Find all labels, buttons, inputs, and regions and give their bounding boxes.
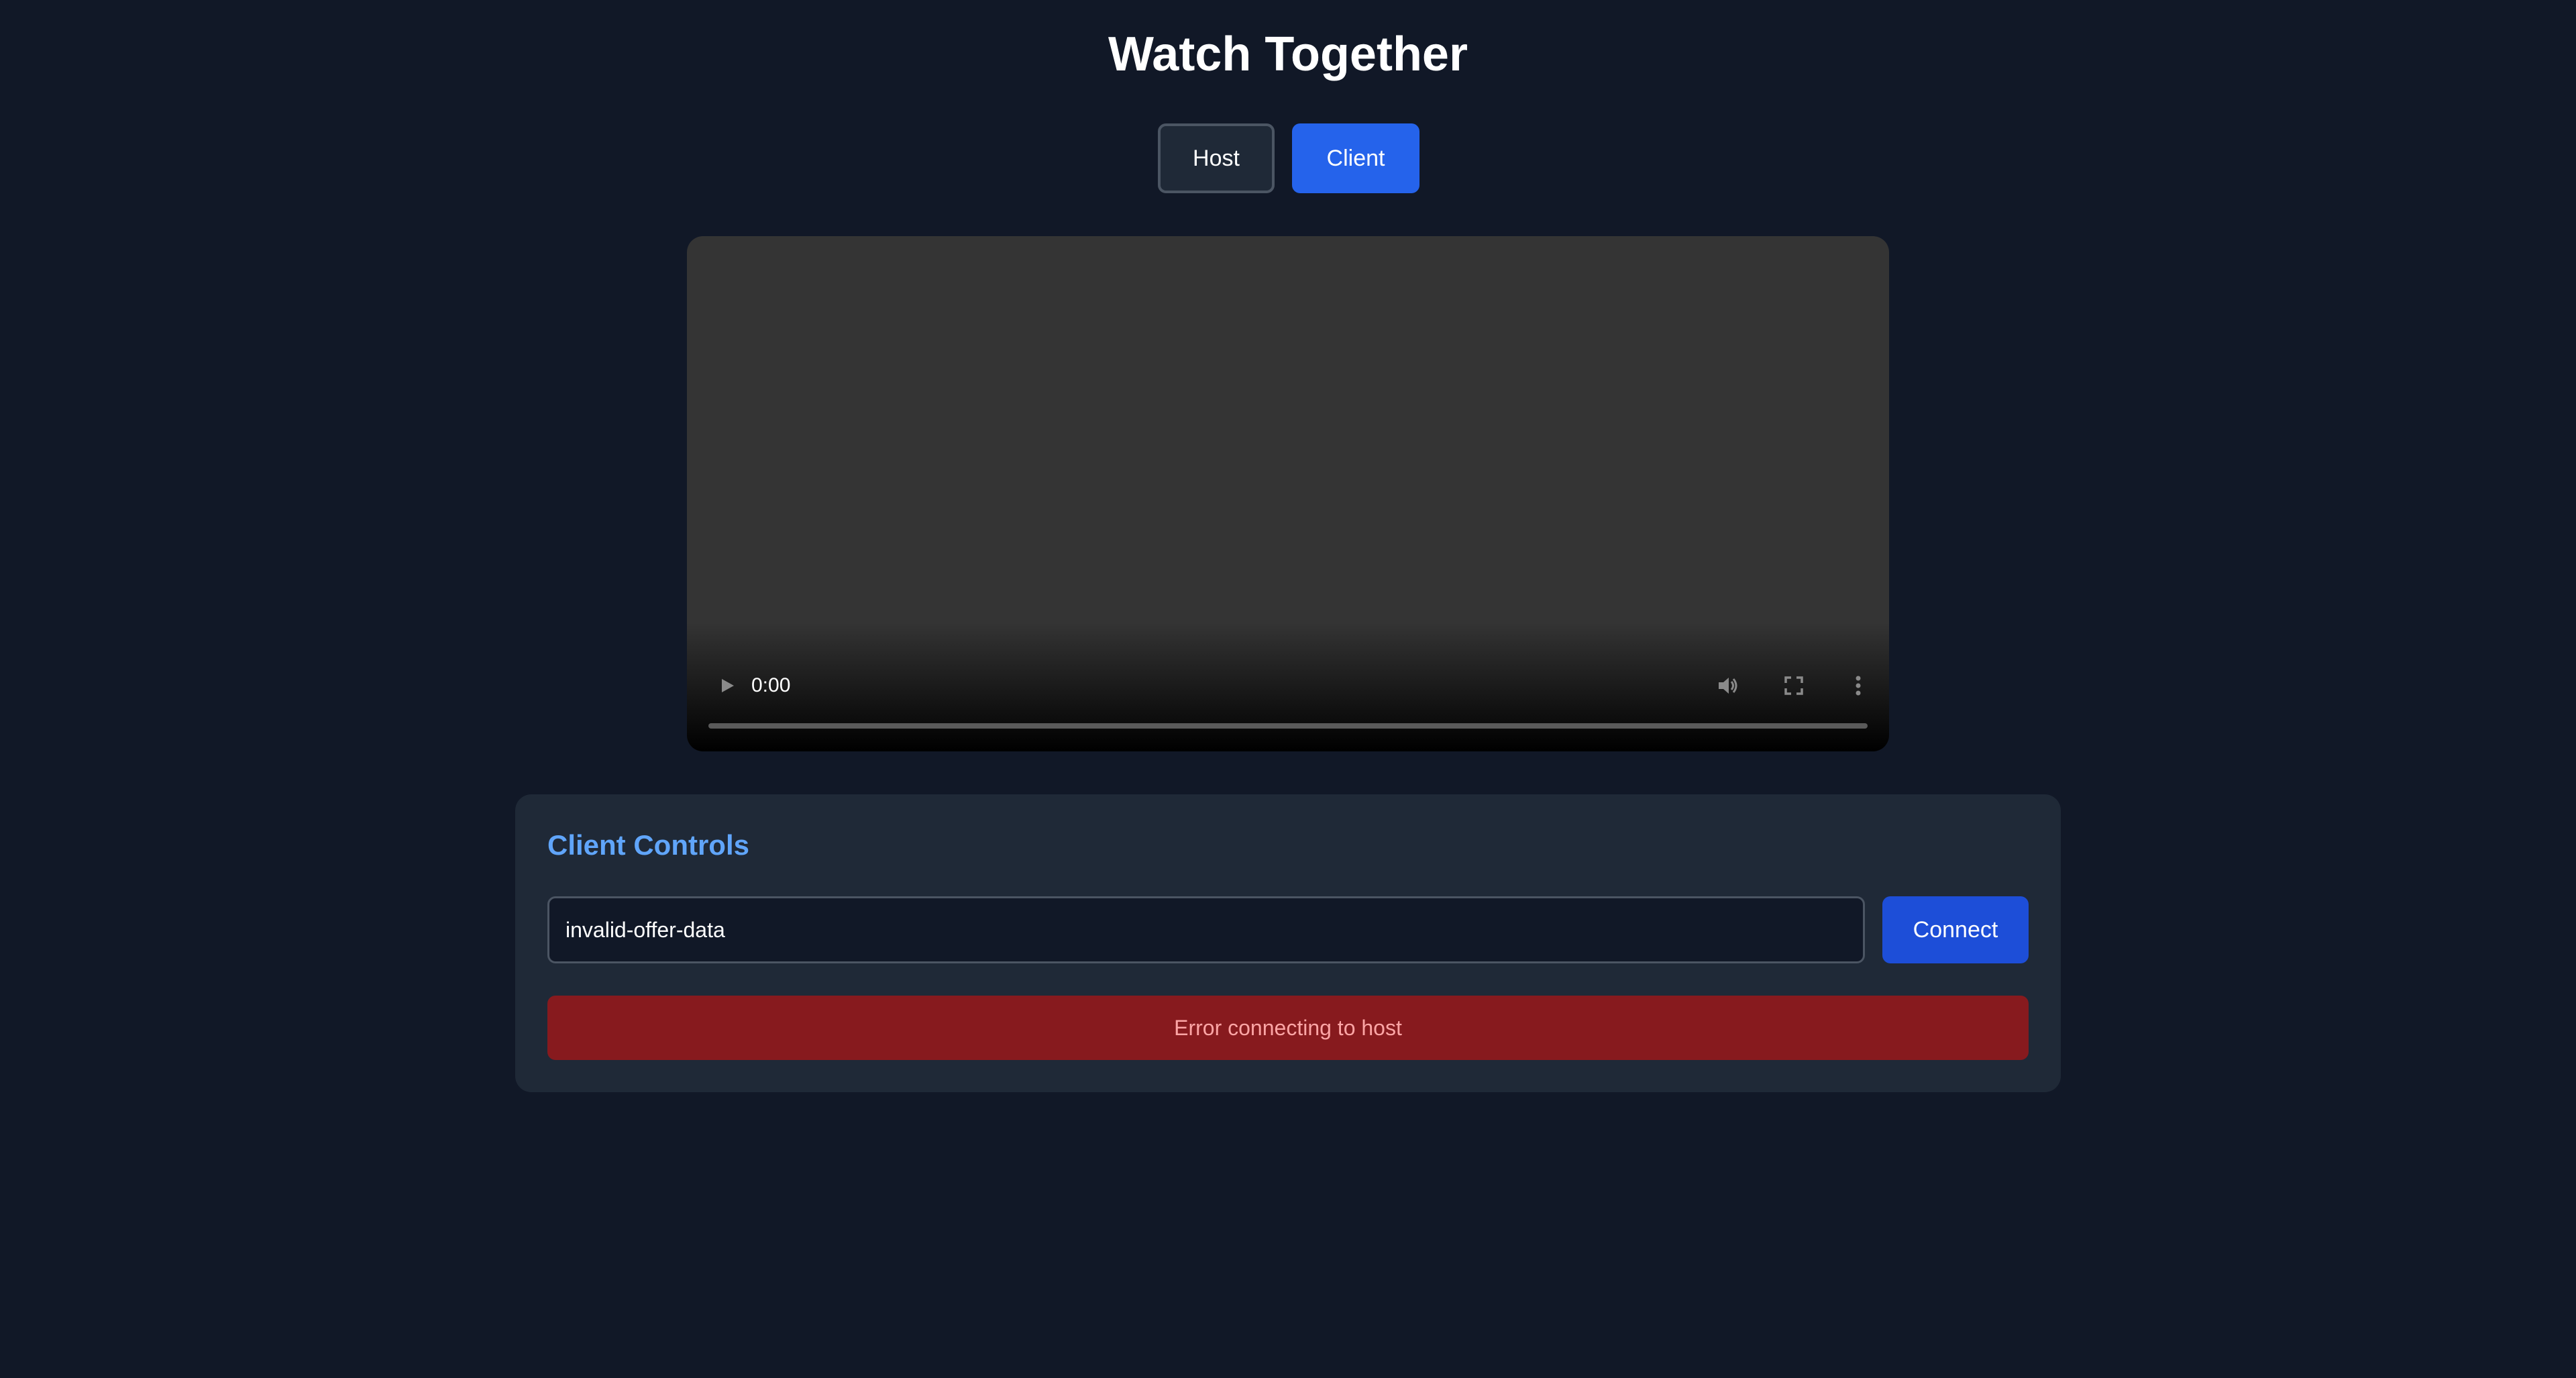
fullscreen-icon[interactable] bbox=[1779, 671, 1809, 700]
mode-toggle: Host Client bbox=[1158, 123, 1419, 193]
connect-button[interactable]: Connect bbox=[1882, 896, 2029, 963]
page-title: Watch Together bbox=[1108, 28, 1468, 81]
offer-input[interactable] bbox=[547, 896, 1865, 963]
error-message: Error connecting to host bbox=[547, 996, 2029, 1060]
video-controls-bar: 0:00 bbox=[687, 644, 1889, 751]
host-mode-button[interactable]: Host bbox=[1158, 123, 1275, 193]
volume-icon[interactable] bbox=[1713, 671, 1743, 700]
client-controls-title: Client Controls bbox=[547, 829, 749, 861]
client-mode-button[interactable]: Client bbox=[1292, 123, 1419, 193]
video-player[interactable]: 0:00 bbox=[687, 236, 1889, 751]
current-time: 0:00 bbox=[751, 674, 791, 696]
more-options-icon[interactable] bbox=[1843, 671, 1873, 700]
client-controls-panel: Client Controls Connect Error connecting… bbox=[515, 794, 2061, 1092]
play-icon[interactable] bbox=[714, 672, 741, 699]
app-page: Watch Together Host Client 0:00 Client C… bbox=[0, 0, 2576, 1378]
video-progress-bar[interactable] bbox=[708, 723, 1868, 729]
